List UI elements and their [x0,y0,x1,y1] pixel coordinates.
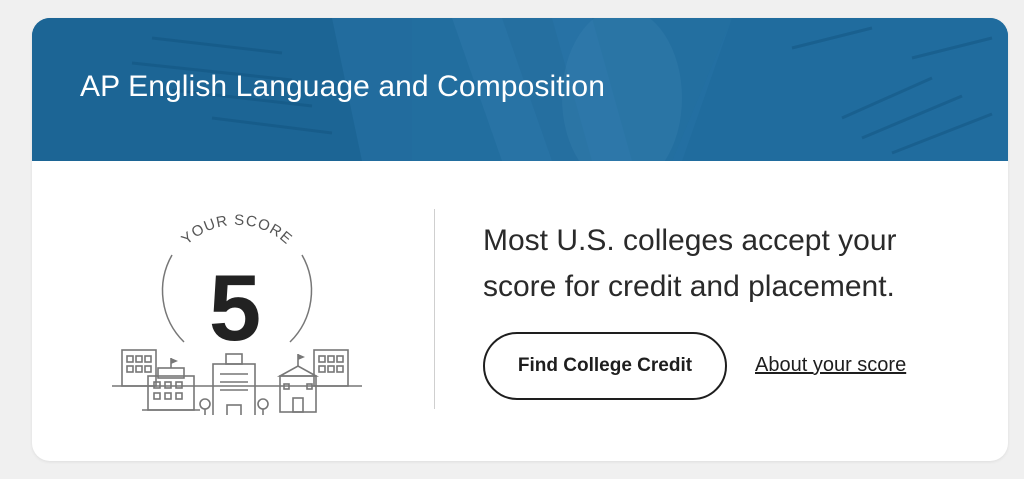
score-badge: YOUR SCORE 5 [112,212,362,415]
credit-message: Most U.S. colleges accept your score for… [483,224,897,303]
score-ring-left [161,254,185,343]
about-your-score-link[interactable]: About your score [755,354,906,377]
find-college-credit-button[interactable]: Find College Credit [483,332,727,400]
score-value: 5 [209,255,261,360]
section-divider [434,209,435,409]
score-card: AP English Language and Composition YOUR… [32,18,1008,461]
card-banner: AP English Language and Composition [32,18,1008,161]
course-title: AP English Language and Composition [80,70,605,103]
score-ring-right [289,254,313,343]
score-caption: YOUR SCORE [178,212,295,248]
